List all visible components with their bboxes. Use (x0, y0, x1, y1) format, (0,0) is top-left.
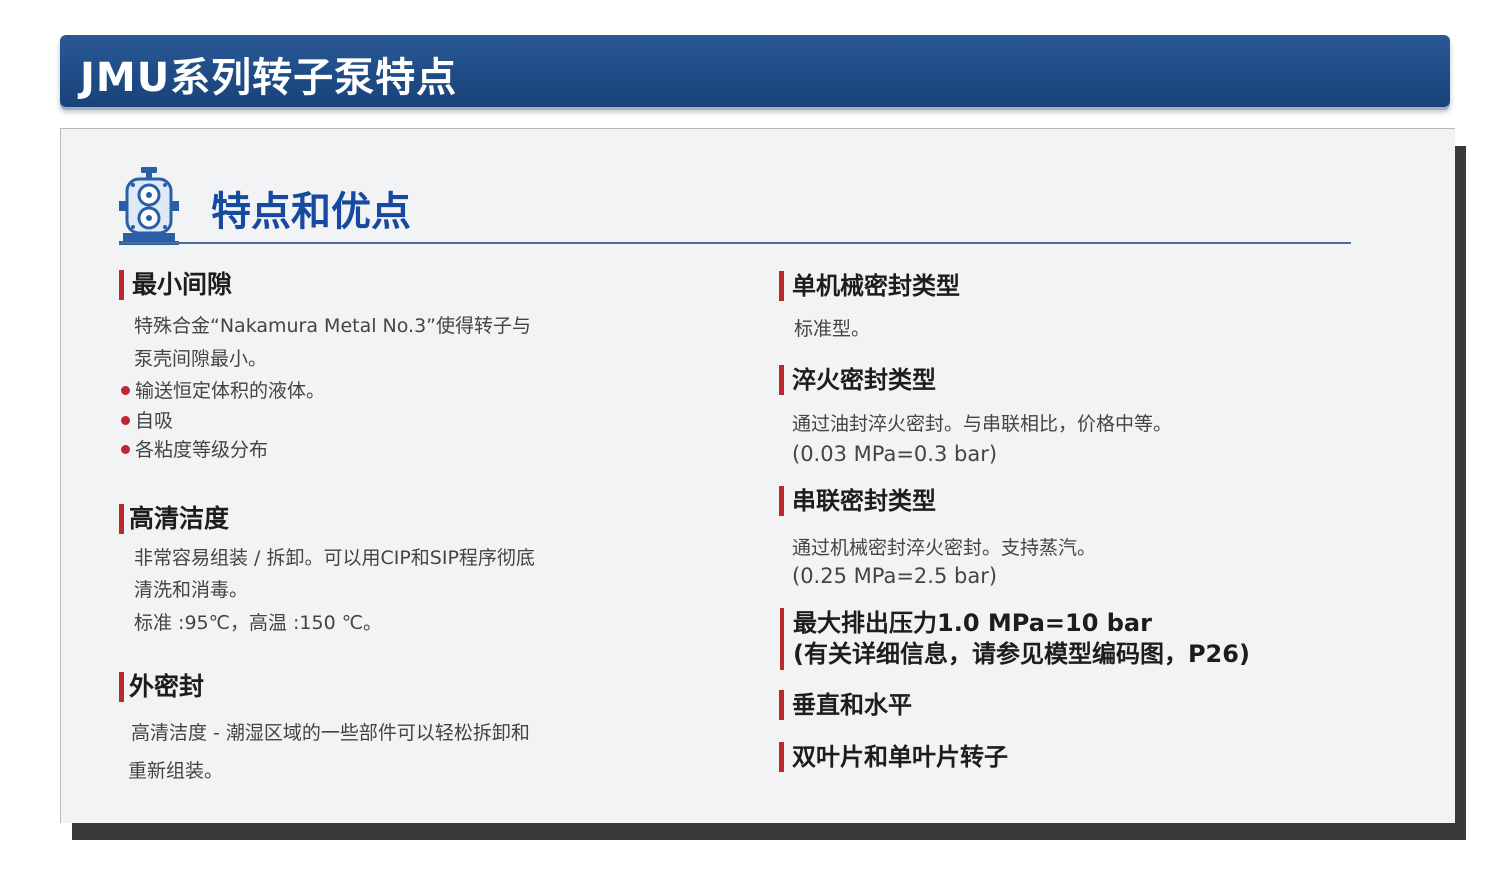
heading-quench-seal: 淬火密封类型 (779, 365, 936, 395)
heading-orientation: 垂直和水平 (779, 690, 912, 720)
single-seal-line-1: 标准型。 (794, 318, 871, 340)
page-title: JMU系列转子泵特点 (80, 55, 458, 101)
bullet-item: 各粘度等级分布 (121, 435, 268, 462)
heading-single-seal: 单机械密封类型 (779, 271, 960, 301)
bullet-dot (121, 416, 130, 425)
bullet-dot (121, 445, 130, 454)
tandem-seal-line-1: 通过机械密封淬火密封。支持蒸汽。 (792, 537, 1097, 559)
hygiene-line-1: 非常容易组装 / 拆卸。可以用CIP和SIP程序彻底 (134, 547, 535, 569)
bullet-dot (121, 386, 130, 395)
outer-seal-line-1: 高清洁度 - 潮湿区域的一些部件可以轻松拆卸和 (131, 722, 530, 744)
heading-outer-seal: 外密封 (119, 672, 204, 702)
heading-hygiene: 高清洁度 (119, 504, 229, 534)
heading-rotors: 双叶片和单叶片转子 (779, 742, 1008, 772)
max-pressure-line-1: 最大排出压力1.0 MPa=10 bar (793, 609, 1152, 637)
hygiene-line-3: 标准 :95℃，高温 :150 ℃。 (134, 612, 383, 634)
bullet-item: 输送恒定体积的液体。 (121, 376, 325, 403)
header-banner: JMU系列转子泵特点 (60, 35, 1450, 107)
heading-min-gap: 最小间隙 (119, 270, 232, 300)
heading-tandem-seal: 串联密封类型 (779, 486, 936, 516)
bullet-item: 自吸 (121, 406, 173, 433)
heading-max-pressure: 最大排出压力1.0 MPa=10 bar (有关详细信息，请参见模型编码图，P2… (780, 608, 1250, 670)
max-pressure-line-2: (有关详细信息，请参见模型编码图，P26) (793, 640, 1250, 668)
title-divider (119, 242, 1351, 244)
quench-seal-line-2: (0.03 MPa=0.3 bar) (792, 442, 998, 466)
min-gap-line-2: 泵壳间隙最小。 (134, 348, 268, 370)
hygiene-line-2: 清洗和消毒。 (134, 579, 249, 601)
outer-seal-line-2: 重新组装。 (128, 760, 224, 782)
quench-seal-line-1: 通过油封淬火密封。与串联相比，价格中等。 (792, 413, 1173, 435)
content-card: 特点和优点 最小间隙 特殊合金“Nakamura Metal No.3”使得转子… (60, 128, 1455, 823)
min-gap-line-1: 特殊合金“Nakamura Metal No.3”使得转子与 (134, 315, 532, 337)
rotary-pump-icon (119, 167, 179, 245)
tandem-seal-line-2: (0.25 MPa=2.5 bar) (792, 564, 998, 588)
section-title: 特点和优点 (211, 189, 411, 235)
